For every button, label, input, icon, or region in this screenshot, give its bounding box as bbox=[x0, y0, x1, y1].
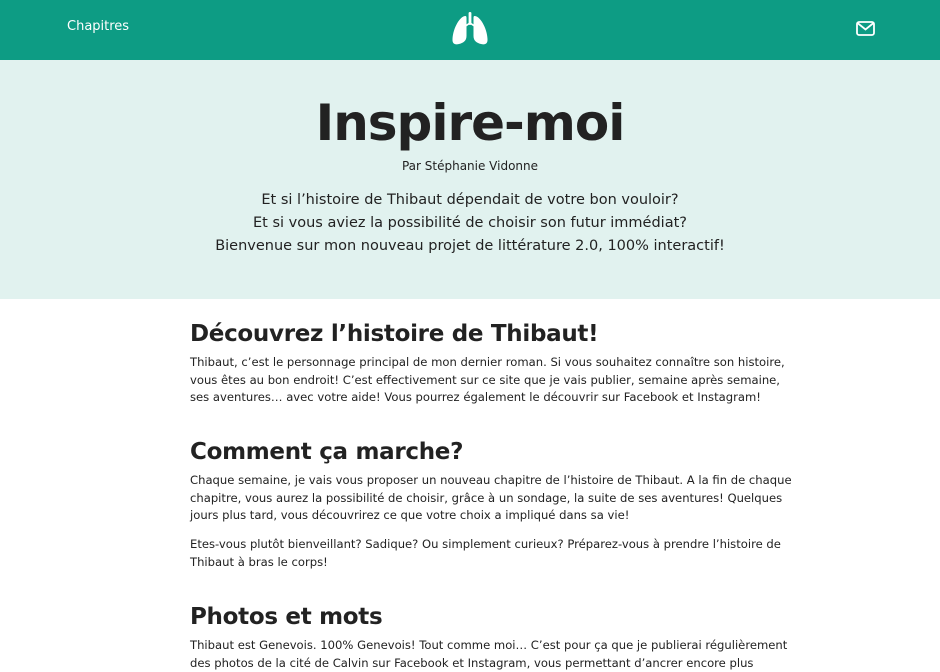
section-title-photos: Photos et mots bbox=[190, 604, 383, 630]
section-title-how-it-works: Comment ça marche? bbox=[190, 439, 464, 465]
hero-banner: Inspire-moi Par Stéphanie Vidonne Et si … bbox=[0, 60, 940, 299]
section-paragraph: Chaque semaine, je vais vous proposer un… bbox=[190, 472, 792, 525]
paragraph-line: vous êtes au bon endroit! C’est effectiv… bbox=[190, 372, 780, 387]
paragraph-line: Thibaut, c’est le personnage principal d… bbox=[190, 355, 785, 369]
paragraph-line: Thibaut est Genevois. 100% Genevois! Tou… bbox=[190, 638, 788, 652]
paragraph-line: des photos de la cité de Calvin sur Face… bbox=[190, 655, 754, 670]
hero-line: Et si vous aviez la possibilité de chois… bbox=[253, 215, 687, 231]
section-title-discover: Découvrez l’histoire de Thibaut! bbox=[190, 321, 599, 347]
nav-chapters-link[interactable]: Chapitres bbox=[67, 19, 129, 34]
section-paragraph: Thibaut est Genevois. 100% Genevois! Tou… bbox=[190, 637, 788, 672]
top-navbar: Chapitres bbox=[0, 0, 940, 60]
hero-intro: Et si l’histoire de Thibaut dépendait de… bbox=[0, 189, 940, 258]
paragraph-line: ses aventures… avec votre aide! Vous pou… bbox=[190, 390, 761, 404]
section-paragraph: Thibaut, c’est le personnage principal d… bbox=[190, 354, 785, 407]
paragraph-line: chapitre, vous aurez la possibilité de c… bbox=[190, 490, 783, 505]
paragraph-line: jours plus tard, vous découvrirez ce que… bbox=[190, 508, 630, 522]
author-byline: Par Stéphanie Vidonne bbox=[401, 159, 539, 173]
paragraph-line: Chaque semaine, je vais vous proposer un… bbox=[190, 473, 792, 487]
paragraph-line: Etes-vous plutôt bienveillant? Sadique? … bbox=[190, 537, 781, 551]
mail-icon[interactable] bbox=[856, 21, 875, 36]
lungs-icon[interactable] bbox=[451, 12, 489, 46]
hero-line: Bienvenue sur mon nouveau projet de litt… bbox=[215, 238, 725, 254]
section-paragraph: Etes-vous plutôt bienveillant? Sadique? … bbox=[190, 536, 781, 571]
hero-line: Et si l’histoire de Thibaut dépendait de… bbox=[261, 192, 679, 208]
page-title: Inspire-moi bbox=[315, 94, 626, 152]
paragraph-line: Thibaut à bras le corps! bbox=[190, 554, 328, 569]
